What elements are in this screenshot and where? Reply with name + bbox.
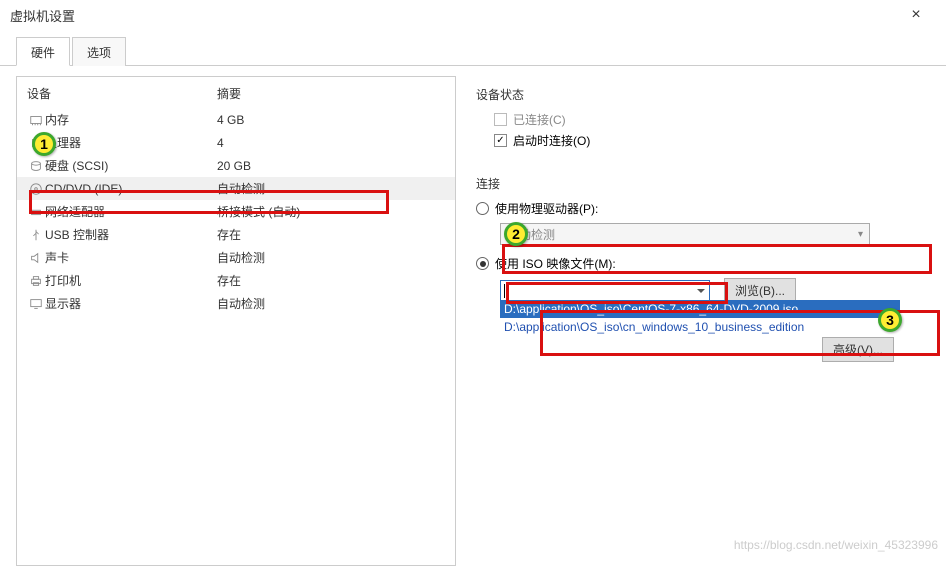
device-name: CD/DVD (IDE) — [45, 182, 217, 196]
window-title: 虚拟机设置 — [10, 6, 896, 25]
device-row-memory[interactable]: 内存 4 GB — [17, 108, 455, 131]
radio-label: 使用 ISO 映像文件(M): — [495, 255, 616, 272]
tab-hardware[interactable]: 硬件 — [16, 37, 70, 66]
tab-options[interactable]: 选项 — [72, 37, 126, 66]
settings-panel: 设备状态 已连接(C) ✓ 启动时连接(O) 连接 使用物理驱动器(P): 自动… — [472, 76, 930, 566]
device-row-disk[interactable]: 硬盘 (SCSI) 20 GB — [17, 154, 455, 177]
device-row-sound[interactable]: 声卡 自动检测 — [17, 246, 455, 269]
network-icon — [27, 205, 45, 219]
annotation-badge-2: 2 — [504, 222, 528, 246]
close-button[interactable]: × — [896, 1, 936, 29]
iso-row: 浏览(B)... D:\application\OS_iso\CentOS-7-… — [500, 278, 930, 303]
device-name: 显示器 — [45, 295, 217, 312]
advanced-row: 高级(V)... — [476, 337, 930, 362]
device-summary: 自动检测 — [217, 295, 445, 312]
device-name: 声卡 — [45, 249, 217, 266]
connection-group-label: 连接 — [476, 175, 930, 192]
checkbox-connect-on-start[interactable]: ✓ 启动时连接(O) — [476, 132, 930, 149]
device-summary: 自动检测 — [217, 249, 445, 266]
content: 设备 摘要 内存 4 GB 处理器 4 — [0, 66, 946, 576]
col-summary: 摘要 — [217, 85, 445, 102]
device-name: 打印机 — [45, 272, 217, 289]
device-summary: 4 GB — [217, 113, 445, 127]
sound-icon — [27, 251, 45, 265]
device-row-display[interactable]: 显示器 自动检测 — [17, 292, 455, 315]
device-name: 网络适配器 — [45, 203, 217, 220]
watermark: https://blog.csdn.net/weixin_45323996 — [734, 538, 938, 552]
disc-icon — [27, 182, 45, 196]
dropdown-item[interactable]: D:\application\OS_iso\cn_windows_10_busi… — [500, 318, 900, 336]
device-name: USB 控制器 — [45, 226, 217, 243]
iso-file-input[interactable] — [500, 280, 710, 302]
radio-icon — [476, 202, 489, 215]
checkbox-label: 启动时连接(O) — [513, 132, 590, 149]
device-name: 硬盘 (SCSI) — [45, 157, 217, 174]
device-summary: 存在 — [217, 272, 445, 289]
device-summary: 4 — [217, 136, 445, 150]
tab-bar: 硬件 选项 — [0, 30, 946, 66]
status-group-label: 设备状态 — [476, 86, 930, 103]
device-list: 内存 4 GB 处理器 4 硬盘 (SCSI) 20 GB — [17, 108, 455, 315]
device-row-cddvd[interactable]: CD/DVD (IDE) 自动检测 — [17, 177, 455, 200]
radio-iso[interactable]: 使用 ISO 映像文件(M): — [476, 255, 930, 272]
radio-physical[interactable]: 使用物理驱动器(P): — [476, 200, 930, 217]
device-summary: 20 GB — [217, 159, 445, 173]
memory-icon — [27, 113, 45, 127]
chevron-down-icon: ▾ — [858, 229, 863, 240]
device-panel: 设备 摘要 内存 4 GB 处理器 4 — [16, 76, 456, 566]
device-row-printer[interactable]: 打印机 存在 — [17, 269, 455, 292]
dropdown-item[interactable]: D:\application\OS_iso\CentOS-7-x86_64-DV… — [500, 300, 900, 318]
radio-icon — [476, 257, 489, 270]
device-summary: 桥接模式 (自动) — [217, 203, 445, 220]
checkbox-icon: ✓ — [494, 134, 507, 147]
usb-icon — [27, 228, 45, 242]
device-header: 设备 摘要 — [17, 77, 455, 108]
iso-dropdown: D:\application\OS_iso\CentOS-7-x86_64-DV… — [500, 300, 900, 336]
advanced-button[interactable]: 高级(V)... — [822, 337, 894, 362]
radio-label: 使用物理驱动器(P): — [495, 200, 598, 217]
col-device: 设备 — [27, 85, 217, 102]
checkbox-connected[interactable]: 已连接(C) — [476, 111, 930, 128]
annotation-badge-1: 1 — [32, 132, 56, 156]
printer-icon — [27, 274, 45, 288]
display-icon — [27, 297, 45, 311]
device-row-usb[interactable]: USB 控制器 存在 — [17, 223, 455, 246]
annotation-badge-3: 3 — [878, 308, 902, 332]
device-summary: 存在 — [217, 226, 445, 243]
physical-drive-select: 自动检测 ▾ — [500, 223, 870, 245]
checkbox-icon — [494, 113, 507, 126]
device-name: 内存 — [45, 111, 217, 128]
titlebar: 虚拟机设置 × — [0, 0, 946, 30]
checkbox-label: 已连接(C) — [513, 111, 566, 128]
text-caret — [504, 284, 505, 298]
disk-icon — [27, 159, 45, 173]
device-summary: 自动检测 — [217, 180, 445, 197]
device-row-cpu[interactable]: 处理器 4 — [17, 131, 455, 154]
close-icon: × — [911, 6, 920, 24]
device-row-network[interactable]: 网络适配器 桥接模式 (自动) — [17, 200, 455, 223]
device-name: 处理器 — [45, 134, 217, 151]
